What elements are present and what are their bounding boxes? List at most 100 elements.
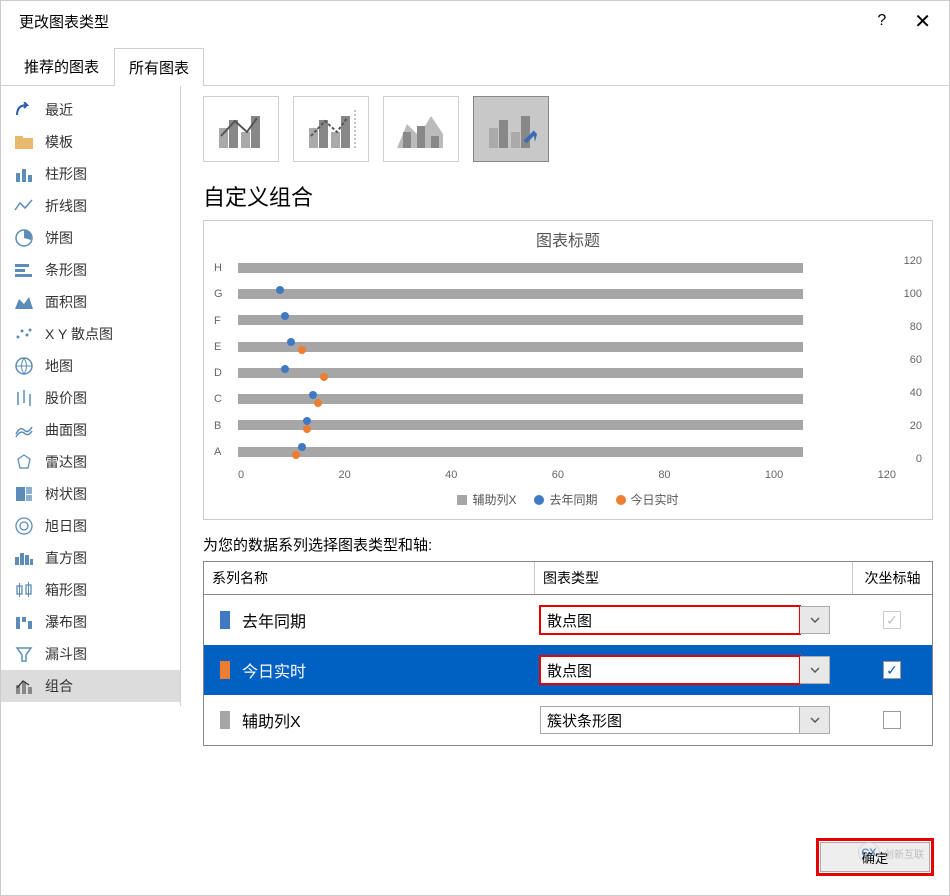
boxwhisker-icon bbox=[13, 579, 35, 601]
sidebar-item-scatter[interactable]: X Y 散点图 bbox=[1, 318, 180, 350]
y-axis-labels: HGFEDCBA bbox=[214, 255, 232, 465]
chart-title: 图表标题 bbox=[214, 227, 922, 251]
bar-chart-icon bbox=[13, 259, 35, 281]
sidebar-item-templates[interactable]: 模板 bbox=[1, 126, 180, 158]
header-series-name: 系列名称 bbox=[204, 562, 534, 594]
sidebar-item-line[interactable]: 折线图 bbox=[1, 190, 180, 222]
titlebar: 更改图表类型 ? ✕ bbox=[1, 1, 949, 41]
combo-subtype-list bbox=[203, 96, 933, 162]
scatter-point bbox=[309, 391, 317, 399]
sidebar-item-bar[interactable]: 条形图 bbox=[1, 254, 180, 286]
histogram-icon bbox=[13, 547, 35, 569]
funnel-icon bbox=[13, 643, 35, 665]
sidebar-item-treemap[interactable]: 树状图 bbox=[1, 478, 180, 510]
sidebar-item-waterfall[interactable]: 瀑布图 bbox=[1, 606, 180, 638]
chart-type-dropdown[interactable]: 散点图 bbox=[540, 606, 830, 634]
tab-all-charts[interactable]: 所有图表 bbox=[114, 48, 204, 86]
tab-bar: 推荐的图表 所有图表 bbox=[1, 47, 949, 86]
column-chart-icon bbox=[13, 163, 35, 185]
map-icon bbox=[13, 355, 35, 377]
chart-preview: 图表标题 HGFEDCBA 120100806040200 0204060801… bbox=[203, 220, 933, 520]
sidebar-item-surface[interactable]: 曲面图 bbox=[1, 414, 180, 446]
bar bbox=[238, 342, 803, 352]
series-color-swatch bbox=[220, 711, 230, 729]
sidebar-item-area[interactable]: 面积图 bbox=[1, 286, 180, 318]
chevron-down-icon[interactable] bbox=[800, 606, 830, 634]
table-row[interactable]: 辅助列X 簇状条形图 bbox=[204, 695, 932, 745]
series-name-label: 去年同期 bbox=[242, 608, 306, 632]
pie-chart-icon bbox=[13, 227, 35, 249]
secondary-axis-checkbox[interactable]: ✓ bbox=[883, 611, 901, 629]
series-name-label: 辅助列X bbox=[242, 708, 301, 732]
sidebar-item-sunburst[interactable]: 旭日图 bbox=[1, 510, 180, 542]
header-secondary-axis: 次坐标轴 bbox=[852, 562, 932, 594]
chevron-down-icon[interactable] bbox=[800, 706, 830, 734]
surface-chart-icon bbox=[13, 419, 35, 441]
header-chart-type: 图表类型 bbox=[534, 562, 852, 594]
area-chart-icon bbox=[13, 291, 35, 313]
waterfall-icon bbox=[13, 611, 35, 633]
bar bbox=[238, 289, 803, 299]
sidebar-item-funnel[interactable]: 漏斗图 bbox=[1, 638, 180, 670]
table-row[interactable]: 去年同期 散点图 ✓ bbox=[204, 595, 932, 645]
scatter-point bbox=[276, 286, 284, 294]
table-row[interactable]: 今日实时 散点图 ✓ bbox=[204, 645, 932, 695]
scatter-point bbox=[292, 451, 300, 459]
dialog-title: 更改图表类型 bbox=[19, 11, 109, 32]
chart-type-dropdown[interactable]: 簇状条形图 bbox=[540, 706, 830, 734]
tab-recommended[interactable]: 推荐的图表 bbox=[9, 47, 114, 85]
plot-area bbox=[238, 255, 890, 465]
chart-type-dropdown[interactable]: 散点图 bbox=[540, 656, 830, 684]
treemap-icon bbox=[13, 483, 35, 505]
close-icon[interactable]: ✕ bbox=[914, 9, 931, 34]
bar bbox=[238, 394, 803, 404]
scatter-point bbox=[298, 346, 306, 354]
subtype-custom-combo[interactable] bbox=[473, 96, 549, 162]
sidebar-item-pie[interactable]: 饼图 bbox=[1, 222, 180, 254]
sidebar-item-stock[interactable]: 股价图 bbox=[1, 382, 180, 414]
scatter-point bbox=[314, 399, 322, 407]
watermark: CX 创新互联 bbox=[858, 842, 924, 864]
section-title: 自定义组合 bbox=[203, 180, 933, 212]
combo-chart-icon bbox=[13, 675, 35, 697]
subtype-stacked-area-column[interactable] bbox=[383, 96, 459, 162]
sunburst-icon bbox=[13, 515, 35, 537]
sidebar-item-combo[interactable]: 组合 bbox=[1, 670, 180, 702]
sidebar-item-radar[interactable]: 雷达图 bbox=[1, 446, 180, 478]
subtype-clustered-column-line[interactable] bbox=[203, 96, 279, 162]
secondary-axis-checkbox[interactable]: ✓ bbox=[883, 661, 901, 679]
scatter-point bbox=[320, 373, 328, 381]
subtype-clustered-column-line-secondary[interactable] bbox=[293, 96, 369, 162]
bar bbox=[238, 263, 803, 273]
bar bbox=[238, 447, 803, 457]
series-name-label: 今日实时 bbox=[242, 658, 306, 682]
chart-type-value: 簇状条形图 bbox=[540, 706, 800, 734]
sidebar-item-boxwhisker[interactable]: 箱形图 bbox=[1, 574, 180, 606]
series-color-swatch bbox=[220, 611, 230, 629]
secondary-y-axis-labels: 120100806040200 bbox=[896, 255, 922, 465]
line-chart-icon bbox=[13, 195, 35, 217]
series-color-swatch bbox=[220, 661, 230, 679]
stock-chart-icon bbox=[13, 387, 35, 409]
scatter-chart-icon bbox=[13, 323, 35, 345]
help-icon[interactable]: ? bbox=[877, 12, 886, 30]
sidebar-item-column[interactable]: 柱形图 bbox=[1, 158, 180, 190]
chart-legend: 辅助列X 去年同期 今日实时 bbox=[214, 491, 922, 508]
scatter-point bbox=[303, 425, 311, 433]
recent-icon bbox=[13, 99, 35, 121]
chevron-down-icon[interactable] bbox=[800, 656, 830, 684]
change-chart-type-dialog: 更改图表类型 ? ✕ 推荐的图表 所有图表 最近 模板 柱形图 折线图 饼图 条… bbox=[0, 0, 950, 896]
series-table: 系列名称 图表类型 次坐标轴 去年同期 散点图 ✓ 今日实时 散点图 bbox=[203, 561, 933, 746]
sidebar-item-map[interactable]: 地图 bbox=[1, 350, 180, 382]
radar-chart-icon bbox=[13, 451, 35, 473]
bar bbox=[238, 420, 803, 430]
folder-icon bbox=[13, 131, 35, 153]
sidebar-item-histogram[interactable]: 直方图 bbox=[1, 542, 180, 574]
secondary-axis-checkbox[interactable] bbox=[883, 711, 901, 729]
chart-type-value: 散点图 bbox=[540, 606, 800, 634]
chart-type-value: 散点图 bbox=[540, 656, 800, 684]
series-instruction: 为您的数据系列选择图表类型和轴: bbox=[203, 534, 933, 555]
sidebar-item-recent[interactable]: 最近 bbox=[1, 94, 180, 126]
bar bbox=[238, 315, 803, 325]
x-axis-labels: 020406080100120 bbox=[238, 469, 896, 481]
